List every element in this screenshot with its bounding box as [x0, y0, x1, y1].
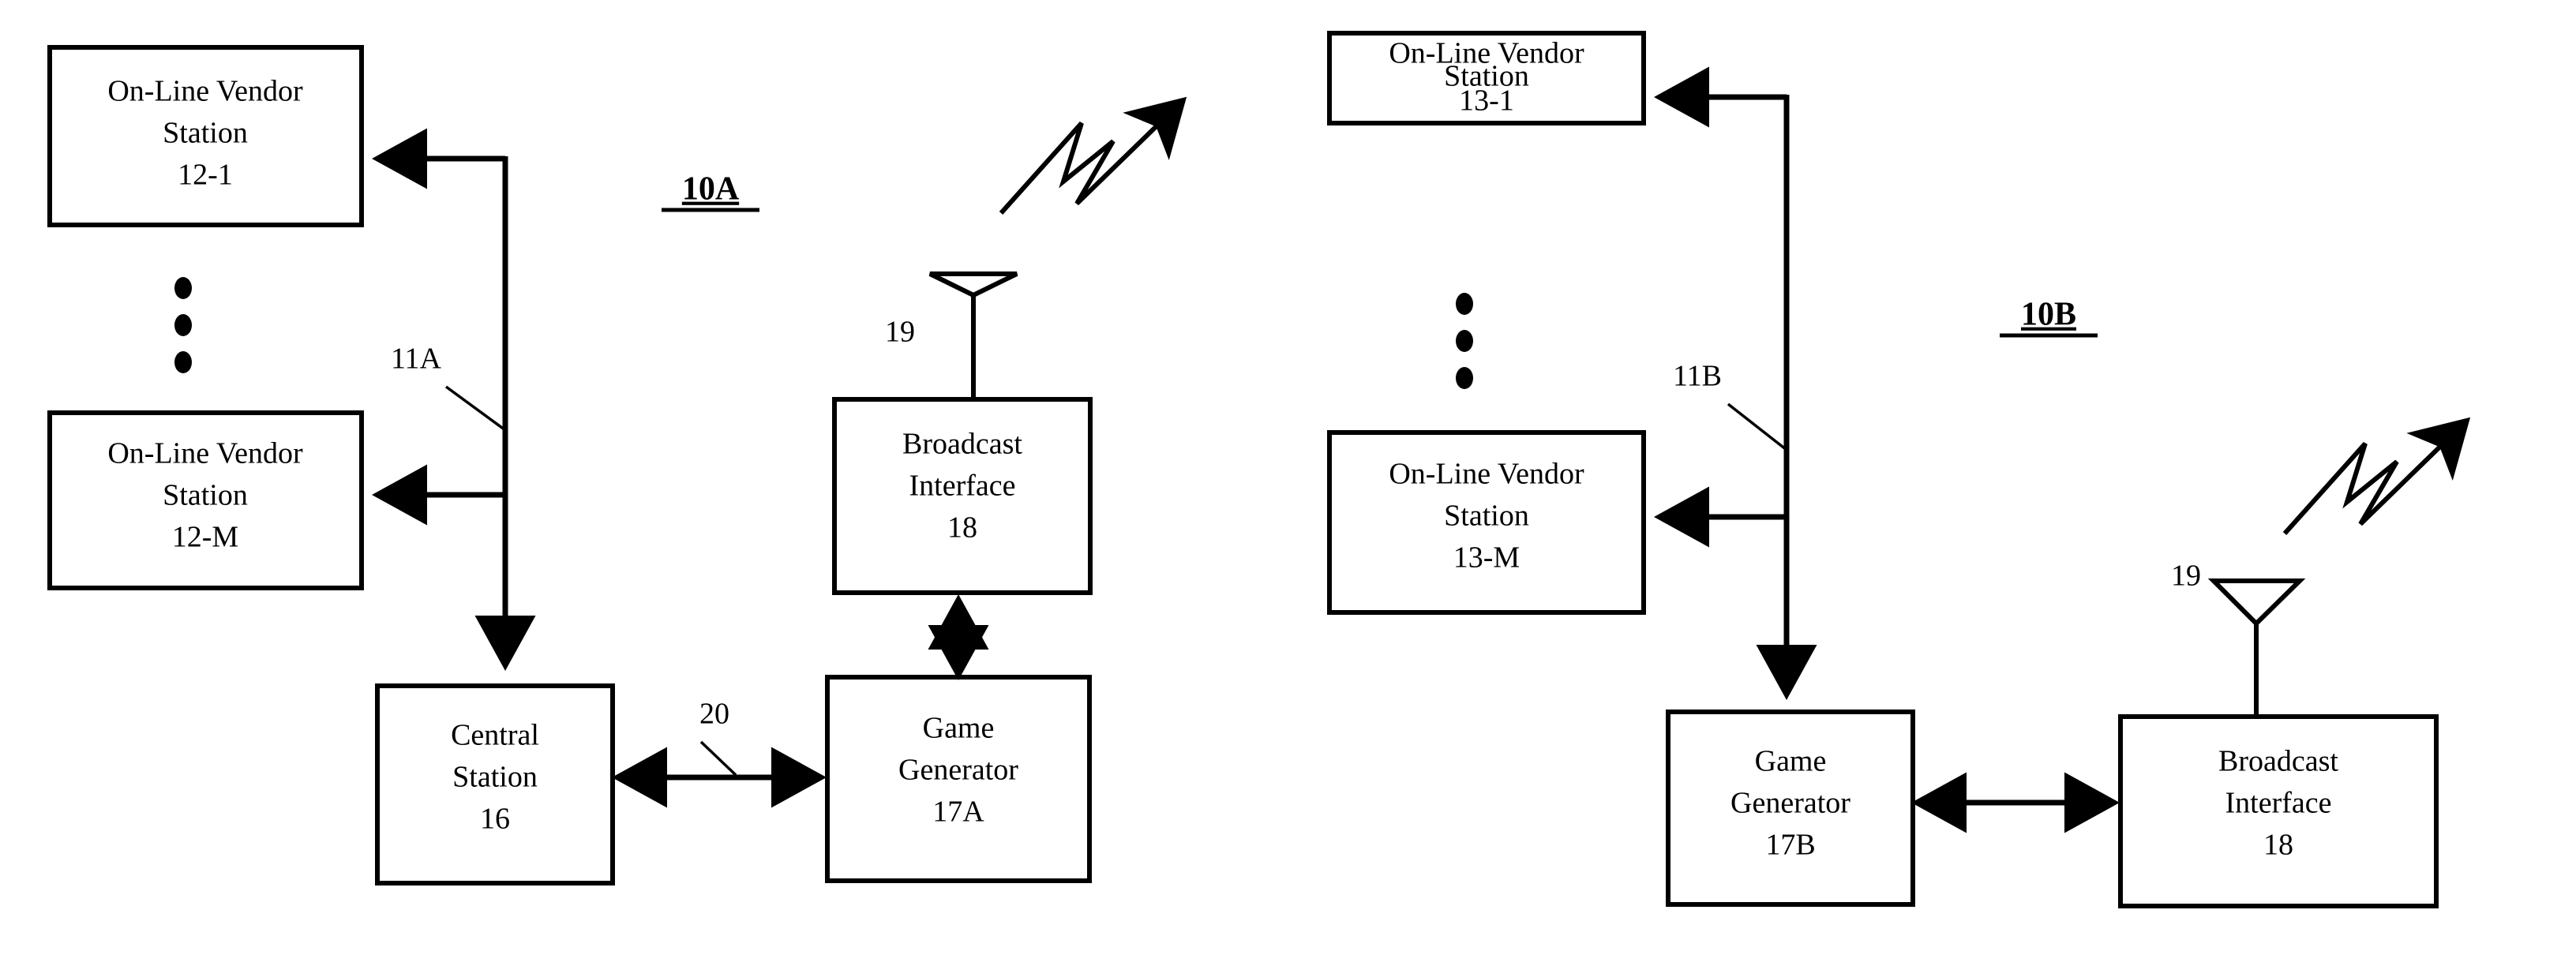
central-station-16[interactable]: Central Station 16 — [375, 683, 615, 886]
vendor-station-13-m[interactable]: On-Line Vendor Station 13-M — [1327, 430, 1646, 615]
ellipsis-dot-2 — [174, 314, 192, 336]
vendor-station-12-m-line2: Station — [163, 479, 248, 512]
figure-title-left: 10A — [662, 171, 759, 212]
ellipsis-dot-1 — [174, 277, 192, 299]
vendor-stations-ellipsis-left — [174, 277, 192, 373]
broadcast-interface-18-right-line1: Broadcast — [2218, 745, 2338, 778]
game-generator-17a-line3: 17A — [932, 796, 984, 829]
central-station-16-line2: Station — [452, 761, 538, 794]
figure-canvas: 10A On-Line Vendor Station 12-1 On-Line … — [47, 31, 2471, 908]
ellipsis-dot-r3 — [1456, 367, 1473, 389]
game-generator-17a-line1: Game — [923, 712, 995, 745]
vendor-station-12-1-line3: 12-1 — [178, 159, 233, 192]
vendor-station-13-m-line3: 13-M — [1453, 541, 1520, 575]
game-generator-17a[interactable]: Game Generator 17A — [825, 675, 1092, 883]
vendor-station-13-1[interactable]: On-Line Vendor Station 13-1 — [1327, 31, 1646, 125]
antenna-19-left: 19 — [885, 271, 1018, 399]
central-station-16-line1: Central — [451, 719, 539, 752]
broadcast-interface-18-right-line2: Interface — [2225, 787, 2332, 820]
broadcast-interface-18-right-line3: 18 — [2263, 829, 2293, 862]
broadcast-interface-18-left-line3: 18 — [947, 511, 977, 545]
antenna-19-left-label: 19 — [885, 316, 915, 349]
central-station-16-line3: 16 — [480, 803, 510, 836]
game-generator-17b-line2: Generator — [1730, 787, 1850, 820]
vendor-stations-ellipsis-right — [1456, 293, 1473, 389]
vendor-station-12-m-line1: On-Line Vendor — [107, 437, 303, 470]
antenna-19-right-dish-icon — [2207, 578, 2306, 627]
vendor-station-13-1-line3: 13-1 — [1459, 84, 1514, 118]
figure-title-right: 10B — [2000, 297, 2098, 338]
antenna-19-right-label: 19 — [2171, 560, 2201, 593]
link-20-label: 20 — [699, 698, 729, 731]
ellipsis-dot-r1 — [1456, 293, 1473, 315]
bus-11b-leader-line — [1727, 402, 1788, 451]
game-generator-17a-line2: Generator — [898, 754, 1018, 787]
broadcast-interface-18-left[interactable]: Broadcast Interface 18 — [832, 397, 1093, 595]
vendor-station-12-m-line3: 12-M — [172, 521, 238, 554]
vendor-station-12-1-line1: On-Line Vendor — [107, 75, 303, 108]
ellipsis-dot-3 — [174, 351, 192, 373]
game-generator-17b-line3: 17B — [1765, 829, 1815, 862]
game-generator-17b[interactable]: Game Generator 17B — [1666, 710, 1915, 907]
bus-11a-connector: 11A — [372, 128, 536, 671]
broadcast-interface-18-left-line2: Interface — [909, 470, 1016, 503]
bus-11a-label: 11A — [391, 343, 442, 376]
bus-11a-leader-line — [444, 385, 507, 432]
vendor-station-12-1[interactable]: On-Line Vendor Station 12-1 — [47, 45, 364, 227]
antenna-19-left-dish-icon — [928, 271, 1018, 298]
link-20-leader-line — [699, 740, 737, 777]
antenna-19-right: 19 — [2171, 560, 2306, 717]
figure-title-right-text: 10B — [2021, 297, 2076, 333]
vendor-station-13-m-line1: On-Line Vendor — [1389, 458, 1584, 491]
broadcast-interface-18-right[interactable]: Broadcast Interface 18 — [2118, 714, 2439, 908]
vendor-station-13-m-line2: Station — [1444, 500, 1529, 533]
game-generator-17b-line1: Game — [1755, 745, 1827, 778]
bus-11b-label: 11B — [1673, 360, 1722, 393]
rf-emission-bolt-right-icon — [2282, 417, 2471, 536]
vendor-station-12-1-line2: Station — [163, 117, 248, 150]
figure-title-left-text: 10A — [682, 171, 740, 208]
vendor-station-12-m[interactable]: On-Line Vendor Station 12-M — [47, 410, 364, 590]
link-20-connector: 20 — [612, 698, 827, 808]
patent-figure-diagram: 10A On-Line Vendor Station 12-1 On-Line … — [0, 0, 2576, 966]
broadcast-interface-18-left-line1: Broadcast — [902, 428, 1022, 461]
rf-emission-bolt-left-icon — [999, 96, 1187, 215]
ellipsis-dot-r2 — [1456, 330, 1473, 352]
bus-11b-connector: 11B — [1654, 66, 1817, 700]
